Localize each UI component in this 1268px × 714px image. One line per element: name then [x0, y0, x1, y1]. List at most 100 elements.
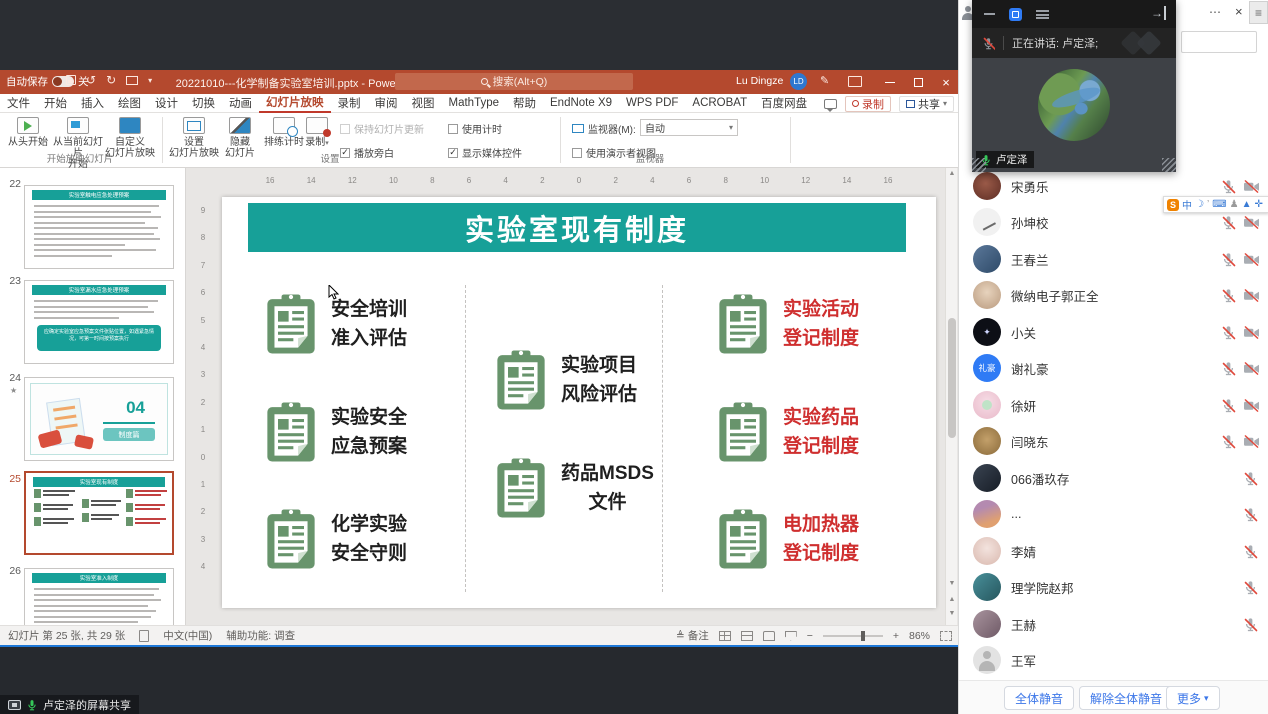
mic-muted-icon[interactable] [1221, 179, 1236, 194]
next-slide-icon[interactable]: ▼ [946, 610, 958, 617]
zoom-out-icon[interactable]: − [807, 630, 813, 642]
scroll-down-icon[interactable]: ▼ [946, 580, 958, 587]
camera-muted-icon[interactable] [1243, 325, 1260, 340]
scroll-up-icon[interactable]: ▲ [946, 170, 958, 177]
tab-view[interactable]: 视图 [405, 94, 442, 113]
inking-icon[interactable]: ✎ [820, 74, 829, 87]
tab-file[interactable]: 文件 [0, 94, 37, 113]
record-button[interactable]: 录制 [845, 96, 891, 112]
speaker-video[interactable]: 卢定泽 [972, 58, 1176, 172]
participant-row[interactable]: 闫晓东 [959, 423, 1268, 459]
window-menu-icon[interactable]: ≡ [1249, 1, 1268, 24]
tab-insert[interactable]: 插入 [74, 94, 111, 113]
keyboard-icon[interactable]: ⌨ [1212, 199, 1226, 210]
list-view-icon[interactable] [1036, 10, 1049, 19]
minimize-button[interactable] [876, 70, 904, 94]
mic-muted-icon[interactable] [1221, 215, 1236, 230]
thumbnail-slide-24[interactable]: 04 制度篇 [24, 377, 174, 461]
mic-muted-icon[interactable] [1221, 361, 1236, 376]
camera-muted-icon[interactable] [1243, 361, 1260, 376]
camera-muted-icon[interactable] [1243, 398, 1260, 413]
normal-view-icon[interactable] [719, 631, 731, 641]
camera-muted-icon[interactable] [1243, 252, 1260, 267]
zoom-knob[interactable] [861, 631, 865, 641]
participant-search-input[interactable] [1181, 31, 1257, 53]
mic-muted-icon[interactable] [1221, 398, 1236, 413]
participant-row[interactable]: 066潘玖存 [959, 460, 1268, 496]
camera-muted-icon[interactable] [1243, 434, 1260, 449]
participant-row[interactable]: 徐妍 [959, 387, 1268, 423]
reading-view-icon[interactable] [763, 631, 775, 641]
thumbnail-slide-25-current[interactable]: 实验室现有制度 [24, 471, 174, 555]
mic-muted-icon[interactable] [1221, 434, 1236, 449]
resize-handle[interactable] [1162, 158, 1176, 172]
toolbox-icon[interactable]: ✛ [1255, 199, 1263, 210]
setup-show-button[interactable]: 设置 幻灯片放映 [168, 117, 220, 159]
tab-endnote[interactable]: EndNote X9 [543, 94, 619, 113]
from-beginning-button[interactable]: 从头开始 [2, 117, 54, 148]
close-button[interactable]: × [932, 70, 960, 94]
mic-muted-icon[interactable] [1243, 580, 1258, 595]
mic-muted-icon[interactable] [1243, 507, 1258, 522]
slide-thumbnail-panel[interactable]: 22 实验室触电应急处理预案 23 实验室漏水应急处理预案 [0, 168, 186, 625]
tab-help[interactable]: 帮助 [506, 94, 543, 113]
previous-slide-icon[interactable]: ▲ [946, 596, 958, 603]
monitor-dropdown[interactable]: 自动▾ [640, 119, 738, 136]
slide-sorter-icon[interactable] [741, 631, 753, 641]
tab-acrobat[interactable]: ACROBAT [685, 94, 754, 113]
tab-design[interactable]: 设计 [148, 94, 185, 113]
mic-muted-icon[interactable] [1221, 288, 1236, 303]
mic-muted-icon[interactable] [1243, 544, 1258, 559]
participant-row[interactable]: 王赫 [959, 606, 1268, 642]
tab-review[interactable]: 审阅 [368, 94, 405, 113]
scrollbar-thumb[interactable] [948, 318, 956, 438]
thumbnail-slide-22[interactable]: 实验室触电应急处理预案 [24, 185, 174, 269]
punctuation-icon[interactable]: ’ [1207, 199, 1209, 210]
participant-row[interactable]: 王春兰 [959, 241, 1268, 277]
hide-panel-icon[interactable]: → [1151, 6, 1166, 20]
tab-mathtype[interactable]: MathType [442, 94, 507, 113]
account-name[interactable]: Lu Dingze [736, 75, 783, 87]
notes-toggle[interactable]: ≜ 备注 [676, 628, 709, 643]
tab-record[interactable]: 录制 [331, 94, 368, 113]
skin-icon[interactable]: ▲ [1242, 199, 1252, 210]
slide-canvas[interactable]: 实验室现有制度 安全培训 准入评估 实验安全 应急预案 化学实验 安全守则 [222, 197, 936, 608]
sogou-logo-icon[interactable]: S [1167, 199, 1179, 211]
panel-close-icon[interactable]: × [1235, 4, 1243, 19]
tab-wpspdf[interactable]: WPS PDF [619, 94, 685, 113]
night-mode-icon[interactable]: ☽ [1195, 199, 1204, 210]
keep-slides-updated-checkbox[interactable]: 保持幻灯片更新 [340, 121, 424, 136]
fit-to-window-icon[interactable] [940, 631, 952, 641]
video-overlay-window[interactable]: → 正在讲话: 卢定泽; 卢定泽 [972, 0, 1176, 172]
participant-row[interactable]: 王军 [959, 642, 1268, 678]
accessibility-status[interactable]: 辅助功能: 调查 [226, 628, 295, 643]
slide-scrollbar[interactable]: ▲ ▼ ▲ ▼ [945, 168, 957, 625]
ime-toolbar[interactable]: S 中 ☽ ’ ⌨ ♟ ▲ ✛ [1163, 196, 1268, 213]
record-show-button[interactable]: 录制▾ [300, 117, 334, 149]
restore-button[interactable] [904, 70, 932, 94]
tab-animations[interactable]: 动画 [222, 94, 259, 113]
tab-baidupan[interactable]: 百度网盘 [754, 94, 814, 113]
camera-muted-icon[interactable] [1243, 179, 1260, 194]
zoom-level[interactable]: 86% [909, 630, 930, 642]
mic-muted-icon[interactable] [1221, 325, 1236, 340]
participant-row[interactable]: ... [959, 496, 1268, 532]
use-timings-checkbox[interactable]: 使用计时 [448, 121, 502, 136]
mute-all-button[interactable]: 全体静音 [1004, 686, 1074, 710]
share-button[interactable]: 共享▾ [899, 96, 954, 112]
resize-handle[interactable] [972, 158, 986, 172]
language-status[interactable]: 中文(中国) [163, 628, 212, 643]
qat-customize-icon[interactable]: ▾ [148, 76, 152, 85]
camera-muted-icon[interactable] [1243, 288, 1260, 303]
zoom-in-icon[interactable]: + [893, 630, 899, 642]
participant-row[interactable]: 微纳电子郭正全 [959, 277, 1268, 313]
unmute-all-button[interactable]: 解除全体静音 [1079, 686, 1173, 710]
mic-muted-icon[interactable] [1243, 617, 1258, 632]
show-media-controls-checkbox[interactable]: ✓显示媒体控件 [448, 145, 522, 160]
undo-icon[interactable]: ↺ [86, 73, 96, 87]
save-icon[interactable] [66, 75, 76, 85]
more-button[interactable]: 更多▾ [1166, 686, 1220, 710]
account-avatar[interactable]: LD [790, 73, 807, 90]
participant-row[interactable]: 李婧 [959, 533, 1268, 569]
participant-row[interactable]: 理学院赵邦 [959, 569, 1268, 605]
